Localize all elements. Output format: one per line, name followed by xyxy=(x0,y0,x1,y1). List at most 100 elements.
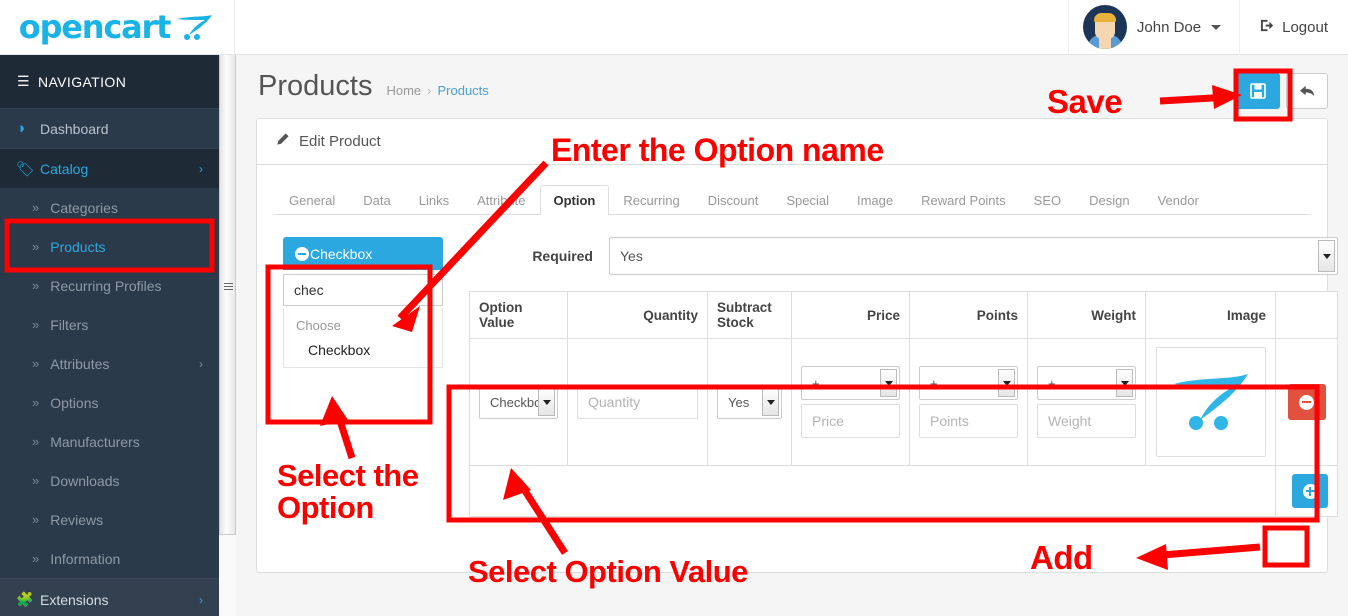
tab-vendor[interactable]: Vendor xyxy=(1144,185,1213,215)
sidebar-item-categories[interactable]: » Categories xyxy=(0,188,219,227)
sidebar-resize-handle[interactable] xyxy=(219,55,236,535)
chevron-down-icon[interactable] xyxy=(538,388,555,416)
sidebar-item-attributes[interactable]: » Attributes › xyxy=(0,344,219,383)
tab-seo[interactable]: SEO xyxy=(1020,185,1075,215)
price-prefix-select[interactable]: + xyxy=(801,366,900,400)
chevron-down-icon[interactable] xyxy=(762,388,779,416)
table-row: Checkbox Yes xyxy=(469,338,1338,466)
pencil-icon xyxy=(275,132,290,151)
sidebar-item-information[interactable]: » Information xyxy=(0,539,219,578)
minus-circle-icon[interactable] xyxy=(295,246,309,261)
sidebar-item-label: Reviews xyxy=(50,511,104,528)
tag-icon: 🏷 xyxy=(16,160,36,178)
sidebar-item-label: Extensions xyxy=(40,591,109,608)
selected-option-item[interactable]: Checkbox xyxy=(283,237,443,270)
sidebar-item-products[interactable]: » Products xyxy=(0,227,219,266)
tab-design[interactable]: Design xyxy=(1075,185,1143,215)
price-input[interactable] xyxy=(801,404,900,438)
breadcrumb-separator: › xyxy=(427,83,432,98)
cell-quantity xyxy=(567,338,708,466)
tab-links[interactable]: Links xyxy=(405,185,463,215)
sidebar-item-dashboard[interactable]: ◑ Dashboard xyxy=(0,108,219,148)
points-prefix-select[interactable]: + xyxy=(919,366,1018,400)
panel-title: Edit Product xyxy=(299,133,381,150)
sidebar-item-label: Dashboard xyxy=(40,120,109,137)
breadcrumb-home[interactable]: Home xyxy=(386,83,421,98)
chevron-down-icon[interactable] xyxy=(880,369,897,397)
required-row: Required Yes xyxy=(469,237,1338,275)
tab-special[interactable]: Special xyxy=(772,185,843,215)
sidebar-item-filters[interactable]: » Filters xyxy=(0,305,219,344)
angle-double-right-icon: » xyxy=(32,434,40,449)
chevron-down-icon[interactable] xyxy=(1116,369,1133,397)
sidebar-item-manufacturers[interactable]: » Manufacturers xyxy=(0,422,219,461)
cell-row-actions xyxy=(1275,338,1338,466)
angle-double-right-icon: » xyxy=(32,317,40,332)
nav-header[interactable]: ☰ NAVIGATION xyxy=(0,55,219,108)
weight-prefix-select[interactable]: + xyxy=(1037,366,1136,400)
floppy-save-icon xyxy=(1250,83,1266,99)
sidebar-item-extensions[interactable]: 🧩 Extensions › xyxy=(0,578,219,616)
angle-double-right-icon: » xyxy=(32,551,40,566)
sidebar: ☰ NAVIGATION ◑ Dashboard 🏷 Catalog › » C… xyxy=(0,55,219,616)
chevron-down-icon[interactable] xyxy=(998,369,1015,397)
app-root: opencart John Doe Logout ☰ NAVIGATION ◑ … xyxy=(0,0,1348,616)
points-input[interactable] xyxy=(919,404,1018,438)
subtract-stock-select[interactable]: Yes xyxy=(717,385,782,419)
required-select[interactable]: Yes xyxy=(609,237,1338,275)
header-actions xyxy=(1275,291,1338,339)
angle-double-right-icon: » xyxy=(32,473,40,488)
tab-discount[interactable]: Discount xyxy=(694,185,773,215)
quantity-input[interactable] xyxy=(577,385,698,419)
header-points: Points xyxy=(909,291,1028,339)
sidebar-item-reviews[interactable]: » Reviews xyxy=(0,500,219,539)
sidebar-item-label: Categories xyxy=(50,199,118,216)
tab-image[interactable]: Image xyxy=(843,185,907,215)
option-values-table: Option Value Quantity Subtract Stock Pri… xyxy=(469,291,1338,517)
tab-recurring[interactable]: Recurring xyxy=(609,185,693,215)
header-price: Price xyxy=(791,291,910,339)
brand-name: opencart xyxy=(18,8,172,46)
option-list-panel: Checkbox Choose Checkbox xyxy=(283,237,443,517)
cell-weight: + xyxy=(1027,338,1146,466)
sidebar-item-downloads[interactable]: » Downloads xyxy=(0,461,219,500)
image-thumbnail-button[interactable] xyxy=(1155,347,1266,457)
selected-option-label: Checkbox xyxy=(310,245,373,262)
sidebar-item-label: Information xyxy=(50,550,121,567)
back-button[interactable] xyxy=(1286,73,1328,109)
save-button[interactable] xyxy=(1236,73,1280,109)
breadcrumb: Home › Products xyxy=(386,75,488,98)
sidebar-item-options[interactable]: » Options xyxy=(0,383,219,422)
page-actions xyxy=(1236,73,1328,109)
hamburger-icon: ☰ xyxy=(17,73,30,89)
price-prefix-value: + xyxy=(812,375,820,391)
angle-double-right-icon: » xyxy=(32,278,40,293)
brand-logo[interactable]: opencart xyxy=(0,0,235,55)
tab-attribute[interactable]: Attribute xyxy=(463,185,539,215)
add-option-value-button[interactable] xyxy=(1292,474,1328,508)
logout-icon xyxy=(1260,18,1275,37)
cell-price: + xyxy=(791,338,910,466)
edit-product-panel: Edit Product General Data Links Attribut… xyxy=(256,118,1338,573)
dropdown-item-checkbox[interactable]: Checkbox xyxy=(284,339,442,361)
logout-button[interactable]: Logout xyxy=(1239,0,1348,55)
weight-input[interactable] xyxy=(1037,404,1136,438)
chevron-down-icon[interactable] xyxy=(1318,240,1335,272)
option-form: Required Yes Option Value Quantity Subtr… xyxy=(443,237,1344,517)
tab-data[interactable]: Data xyxy=(349,185,404,215)
sidebar-item-label: Manufacturers xyxy=(50,433,140,450)
user-menu[interactable]: John Doe xyxy=(1067,0,1239,55)
sidebar-item-catalog[interactable]: 🏷 Catalog › xyxy=(0,148,219,188)
tab-option[interactable]: Option xyxy=(539,185,610,215)
tab-reward-points[interactable]: Reward Points xyxy=(907,185,1020,215)
sidebar-item-recurring-profiles[interactable]: » Recurring Profiles xyxy=(0,266,219,305)
points-prefix-value: + xyxy=(930,375,938,391)
option-value-select[interactable]: Checkbox xyxy=(479,385,558,419)
remove-row-button[interactable] xyxy=(1287,384,1326,420)
option-search-input[interactable] xyxy=(283,274,443,306)
breadcrumb-current[interactable]: Products xyxy=(437,83,488,98)
tab-general[interactable]: General xyxy=(275,185,349,215)
table-footer-row xyxy=(469,465,1338,517)
panel-header: Edit Product xyxy=(257,119,1327,165)
sidebar-item-label: Options xyxy=(50,394,99,411)
